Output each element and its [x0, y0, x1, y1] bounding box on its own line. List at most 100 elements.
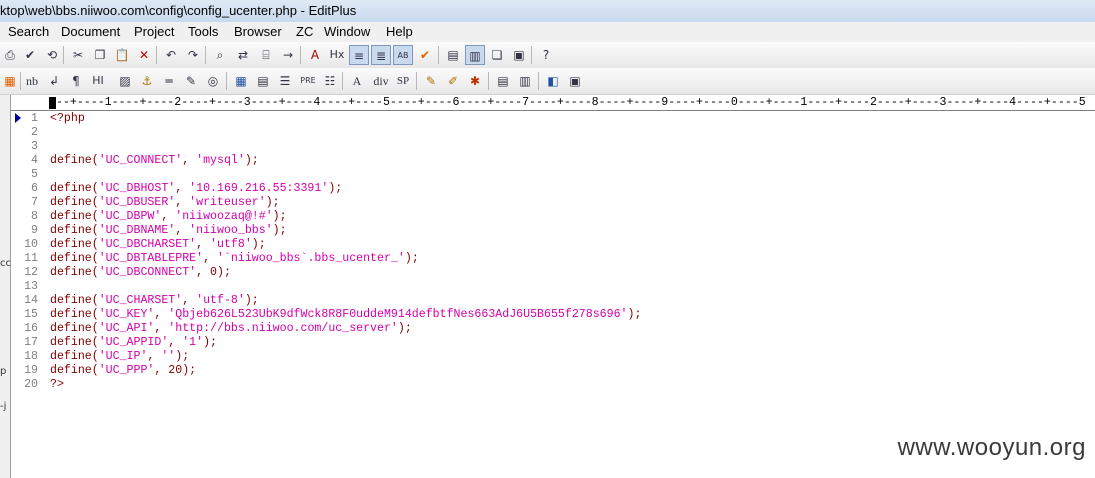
browser-icon[interactable]: ▣ [509, 45, 529, 65]
line-number: 20 [24, 378, 38, 391]
menu-tools[interactable]: Tools [188, 22, 218, 42]
ruler-scale: ---+----1----+----2----+----3----+----4-… [49, 96, 1086, 109]
code-token: , [182, 154, 197, 167]
menu-browser[interactable]: Browser [234, 22, 282, 42]
code-token: 'Qbjeb626L523UbK9dfWck8R8F0uddeM914defbt… [168, 308, 628, 321]
form-icon[interactable]: ▤ [253, 71, 273, 91]
line-code: define('UC_KEY', 'Qbjeb626L523UbK9dfWck8… [50, 308, 641, 322]
pre-button[interactable]: PRE [298, 71, 318, 91]
left-pane-text: p [0, 366, 7, 377]
code-token: 'UC_PPP' [98, 364, 155, 377]
line-code: define('UC_API', 'http://bbs.niiwoo.com/… [50, 322, 412, 336]
code-token: , [154, 322, 169, 335]
menu-zc[interactable]: ZC [296, 22, 313, 42]
cascade-icon[interactable]: ❏ [487, 45, 507, 65]
toolbar-separator [300, 46, 301, 64]
code-token: 'niiwoozaq@!#' [175, 210, 273, 223]
delete-icon[interactable]: ✕ [134, 45, 154, 65]
code-token: define( [50, 336, 99, 349]
paragraph-button[interactable]: ¶ [66, 71, 86, 91]
layout-icon[interactable]: ▤ [493, 71, 513, 91]
copy-icon[interactable]: ❐ [90, 45, 110, 65]
code-token: ); [217, 266, 231, 279]
line-number: 4 [31, 154, 38, 167]
goto-icon[interactable]: → [278, 45, 298, 65]
help-icon[interactable]: ? [536, 45, 556, 65]
line-code: <?php [50, 112, 85, 126]
cut-icon[interactable]: ✂ [68, 45, 88, 65]
replace-icon[interactable]: ⇄ [233, 45, 253, 65]
anchor-icon[interactable]: ⚓ [137, 71, 157, 91]
code-token: ); [265, 196, 280, 209]
menu-search[interactable]: Search [8, 22, 49, 42]
outline-icon[interactable]: ▥ [515, 71, 535, 91]
code-token: ); [397, 322, 412, 335]
new-browser-icon[interactable]: ⟲ [42, 45, 62, 65]
code-token: , [168, 336, 183, 349]
line-number: 6 [31, 182, 38, 195]
hx-icon[interactable]: Hx [327, 45, 347, 65]
menu-bar: Search Document Project Tools Browser ZC… [0, 22, 1095, 42]
menu-document[interactable]: Document [61, 22, 120, 42]
menu-help[interactable]: Help [386, 22, 413, 42]
code-token: define( [50, 322, 99, 335]
code-token: 'mysql' [196, 154, 245, 167]
image-icon[interactable]: ▨ [115, 71, 135, 91]
column-select-icon[interactable]: AB [393, 45, 413, 65]
edit-icon[interactable]: ✎ [421, 71, 441, 91]
font-icon[interactable]: A [305, 45, 325, 65]
code-token: 'UC_APPID' [98, 336, 169, 349]
print-icon[interactable]: ⎙ [0, 45, 20, 65]
find-in-files-icon[interactable]: ⌸ [256, 45, 276, 65]
menu-project[interactable]: Project [134, 22, 174, 42]
code-editor[interactable]: 1 <?php 2 3 4 define('UC_CONNECT', 'mysql'); 5… [20, 112, 1090, 392]
title-bar: ktop\web\bbs.niiwoo.com\config\config_uc… [0, 0, 1095, 23]
check-icon[interactable]: ✔ [415, 45, 435, 65]
browser-view-icon[interactable]: ▣ [565, 71, 585, 91]
line-number: 11 [24, 252, 38, 265]
color-grid-icon[interactable]: ▦ [0, 71, 20, 91]
tools-icon[interactable]: ✱ [465, 71, 485, 91]
line-code: define('UC_DBUSER', 'writeuser'); [50, 196, 280, 210]
heading-button[interactable]: HI [88, 71, 108, 91]
word-wrap-icon[interactable]: ≡ [349, 45, 369, 65]
comment-icon[interactable]: ◎ [203, 71, 223, 91]
preview-icon[interactable]: ◧ [543, 71, 563, 91]
nbsp-button[interactable]: nb [22, 71, 42, 91]
code-token: define( [50, 154, 99, 167]
line-number-icon[interactable]: ≣ [371, 45, 391, 65]
tile-icon[interactable]: ▥ [465, 45, 485, 65]
menu-window[interactable]: Window [324, 22, 370, 42]
div-button[interactable]: div [371, 71, 391, 91]
line-number: 3 [31, 140, 38, 153]
code-token: <?php [50, 112, 85, 125]
code-token: '10.169.216.55:3391' [189, 182, 329, 195]
spellcheck-icon[interactable]: ✔ [20, 45, 40, 65]
line-number: 9 [31, 224, 38, 237]
window-icon[interactable]: ▤ [443, 45, 463, 65]
center-icon[interactable]: ☰ [275, 71, 295, 91]
list-icon[interactable]: ☷ [320, 71, 340, 91]
code-token: 0 [210, 266, 217, 279]
line-break-icon[interactable]: ↲ [44, 71, 64, 91]
left-pane[interactable]: cc p -j [0, 95, 11, 478]
marker-icon[interactable]: ✐ [443, 71, 463, 91]
find-icon[interactable]: ⌕ [210, 45, 230, 65]
toolbar-separator [156, 46, 157, 64]
pen-icon[interactable]: ✎ [181, 71, 201, 91]
line-code: define('UC_DBTABLEPRE', '`niiwoo_bbs`.bb… [50, 252, 419, 266]
font-button[interactable]: A [347, 71, 367, 91]
code-token: 'http://bbs.niiwoo.com/uc_server' [168, 322, 398, 335]
hr-icon[interactable]: ═ [159, 71, 179, 91]
line-code: ?> [50, 378, 64, 392]
undo-icon[interactable]: ↶ [161, 45, 181, 65]
left-pane-text: -j [0, 401, 7, 412]
redo-icon[interactable]: ↷ [183, 45, 203, 65]
code-token: 'utf-8' [196, 294, 245, 307]
code-token: , [175, 182, 190, 195]
span-button[interactable]: SP [393, 71, 413, 91]
code-token: ); [244, 154, 259, 167]
code-token: , [161, 210, 176, 223]
table-icon[interactable]: ▦ [231, 71, 251, 91]
paste-icon[interactable]: 📋 [112, 45, 132, 65]
